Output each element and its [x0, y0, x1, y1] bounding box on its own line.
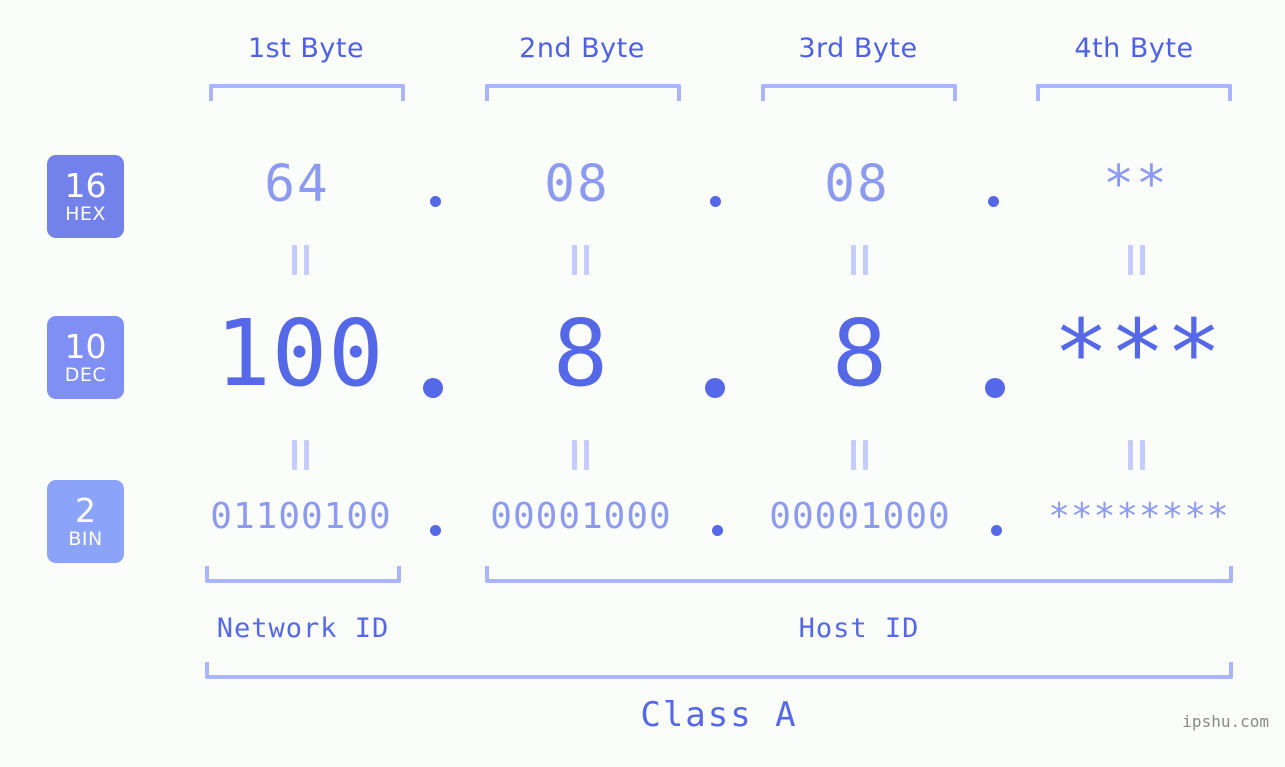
base-badge-dec: 10 DEC	[47, 316, 124, 399]
dec-separator-dot-3	[985, 378, 1005, 398]
base-badge-hex: 16 HEX	[47, 155, 124, 238]
base-badge-dec-name: DEC	[64, 364, 107, 386]
hex-value-byte-4: **	[1103, 155, 1169, 214]
ip-address-breakdown-diagram: 1st Byte 2nd Byte 3rd Byte 4th Byte 16 H…	[0, 0, 1285, 767]
bin-value-byte-4: ********	[1048, 496, 1230, 537]
bin-value-byte-2: 00001000	[490, 496, 672, 537]
base-badge-bin: 2 BIN	[47, 480, 124, 563]
bin-value-byte-3: 00001000	[769, 496, 951, 537]
bin-separator-dot-1	[430, 525, 441, 536]
network-id-bracket	[205, 566, 401, 583]
byte-header-4: 4th Byte	[1074, 33, 1194, 64]
dec-value-byte-4: ***	[1053, 300, 1223, 407]
base-badge-hex-number: 16	[64, 166, 107, 205]
dec-value-byte-1: 100	[215, 300, 385, 407]
hex-value-byte-3: 08	[824, 155, 890, 214]
dec-value-byte-3: 8	[831, 300, 889, 407]
network-id-label: Network ID	[216, 613, 390, 644]
byte-header-1: 1st Byte	[247, 33, 365, 64]
class-label: Class A	[640, 695, 798, 735]
byte-bracket-2	[485, 84, 681, 101]
hex-separator-dot-2	[710, 196, 721, 207]
byte-bracket-3	[761, 84, 957, 101]
equals-mark-dec-bin-4	[1122, 440, 1150, 470]
host-id-label: Host ID	[798, 613, 920, 644]
byte-header-3: 3rd Byte	[798, 33, 918, 64]
equals-mark-dec-bin-1	[286, 440, 314, 470]
hex-value-byte-1: 64	[264, 155, 330, 214]
base-badge-hex-name: HEX	[65, 203, 106, 225]
equals-mark-hex-dec-4	[1122, 245, 1150, 275]
base-badge-bin-number: 2	[75, 491, 96, 530]
dec-separator-dot-2	[705, 378, 725, 398]
hex-value-byte-2: 08	[544, 155, 610, 214]
base-badge-dec-number: 10	[64, 327, 107, 366]
bin-value-byte-1: 01100100	[210, 496, 392, 537]
bin-separator-dot-3	[991, 525, 1002, 536]
byte-bracket-1	[209, 84, 405, 101]
equals-mark-hex-dec-2	[566, 245, 594, 275]
equals-mark-dec-bin-3	[845, 440, 873, 470]
equals-mark-hex-dec-1	[286, 245, 314, 275]
equals-mark-dec-bin-2	[566, 440, 594, 470]
equals-mark-hex-dec-3	[845, 245, 873, 275]
dec-separator-dot-1	[423, 378, 443, 398]
byte-bracket-4	[1036, 84, 1232, 101]
watermark: ipshu.com	[1182, 712, 1269, 731]
class-bracket	[205, 662, 1233, 679]
host-id-bracket	[485, 566, 1233, 583]
hex-separator-dot-1	[430, 196, 441, 207]
byte-header-2: 2nd Byte	[519, 33, 645, 64]
hex-separator-dot-3	[988, 196, 999, 207]
bin-separator-dot-2	[712, 525, 723, 536]
base-badge-bin-name: BIN	[68, 528, 103, 550]
dec-value-byte-2: 8	[552, 300, 610, 407]
